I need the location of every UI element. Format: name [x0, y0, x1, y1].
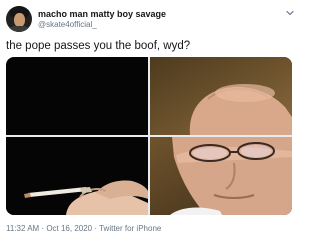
media-panel-bottom-right[interactable]: [150, 137, 292, 215]
display-name[interactable]: macho man matty boy savage: [38, 9, 166, 20]
media-panel-top-left[interactable]: [6, 57, 148, 135]
tweet-timestamp[interactable]: 11:32 AM · Oct 16, 2020: [6, 224, 92, 233]
media-panel-top-right[interactable]: [150, 57, 292, 135]
user-handle[interactable]: @skate4official_: [38, 20, 166, 30]
chevron-down-icon[interactable]: [286, 9, 294, 17]
tweet-source[interactable]: Twitter for iPhone: [99, 224, 161, 233]
tweet-media-grid[interactable]: [6, 57, 292, 215]
avatar[interactable]: [6, 6, 32, 32]
media-panel-bottom-left[interactable]: [6, 137, 148, 215]
user-names: macho man matty boy savage @skate4offici…: [38, 9, 166, 30]
tweet-text: the pope passes you the boof, wyd?: [6, 40, 191, 52]
tweet-header: macho man matty boy savage @skate4offici…: [6, 5, 166, 33]
tweet-meta: 11:32 AM · Oct 16, 2020 · Twitter for iP…: [6, 224, 161, 234]
